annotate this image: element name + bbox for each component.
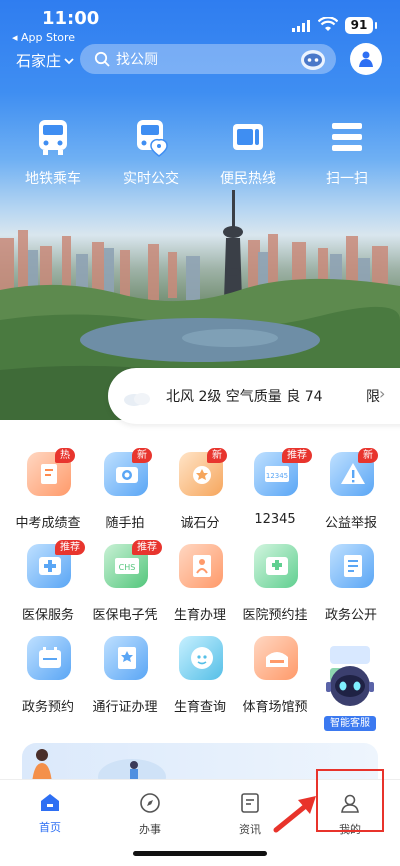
quick-nav-item[interactable]: 便民热线 bbox=[203, 118, 293, 188]
city-name: 石家庄 bbox=[16, 52, 62, 70]
gov-open-icon bbox=[344, 555, 362, 577]
quick-nav-label: 扫一扫 bbox=[326, 171, 368, 187]
hospital-appointment-icon bbox=[266, 557, 288, 575]
quick-nav: 地铁乘车 实时公交 便民热线 扫一扫 bbox=[0, 118, 400, 188]
smart-assistant-button[interactable]: 智能客服 bbox=[324, 640, 376, 732]
medical-insurance-icon bbox=[39, 557, 61, 575]
search-placeholder: 找公厕 bbox=[116, 52, 158, 68]
status-time: 11:00 bbox=[42, 8, 100, 29]
tab-home[interactable]: 首页 bbox=[0, 792, 100, 835]
quick-nav-label: 便民热线 bbox=[220, 171, 276, 187]
service-tile bbox=[27, 636, 71, 680]
service-item[interactable]: 新公益举报 bbox=[306, 448, 396, 532]
service-label: 体育场馆预 bbox=[242, 700, 308, 715]
hotline-12345-icon: 12345 bbox=[265, 466, 289, 482]
back-to-app-store-link[interactable]: ◂ App Store bbox=[12, 31, 75, 44]
user-hand-icon bbox=[359, 51, 373, 67]
smart-assistant-label: 智能客服 bbox=[324, 716, 376, 731]
quick-nav-label: 实时公交 bbox=[123, 171, 179, 187]
signal-icon bbox=[292, 20, 310, 32]
service-badge: 新 bbox=[207, 448, 227, 463]
voice-assistant-icon[interactable] bbox=[300, 47, 326, 71]
wifi-icon bbox=[318, 17, 338, 31]
tab-services[interactable]: 办事 bbox=[100, 792, 200, 837]
service-tile bbox=[330, 544, 374, 588]
service-badge: 新 bbox=[132, 448, 152, 463]
profile-avatar-button[interactable] bbox=[350, 43, 382, 75]
cloud-icon bbox=[124, 393, 150, 406]
birth-handle-icon bbox=[193, 555, 211, 577]
robot-icon bbox=[326, 646, 374, 706]
svg-text:12345: 12345 bbox=[266, 472, 288, 480]
city-selector[interactable]: 石家庄 bbox=[16, 50, 74, 71]
red-arrow-icon bbox=[273, 796, 316, 833]
compass-icon bbox=[140, 793, 160, 813]
tab-label: 办事 bbox=[139, 823, 161, 836]
medal-icon bbox=[193, 466, 211, 484]
quick-nav-item[interactable]: 实时公交 bbox=[106, 118, 196, 188]
svg-text:CHS: CHS bbox=[119, 563, 136, 572]
bus-icon bbox=[39, 120, 67, 155]
service-tile bbox=[179, 544, 223, 588]
chevron-right-icon: › bbox=[379, 384, 386, 403]
service-item[interactable]: 体育场馆预 bbox=[230, 636, 320, 716]
quick-nav-item[interactable]: 地铁乘车 bbox=[8, 118, 98, 188]
hotline-icon bbox=[233, 124, 263, 150]
quick-nav-label: 地铁乘车 bbox=[25, 171, 81, 187]
scan-icon bbox=[332, 123, 362, 151]
service-badge: 热 bbox=[55, 448, 75, 463]
warning-icon bbox=[341, 463, 365, 484]
quick-nav-item[interactable]: 扫一扫 bbox=[302, 118, 392, 188]
tab-label: 首页 bbox=[39, 821, 61, 834]
service-item[interactable]: 政务公开 bbox=[306, 544, 396, 624]
home-icon bbox=[41, 794, 59, 811]
service-badge: 新 bbox=[358, 448, 378, 463]
weather-bar[interactable]: 北风 2级 空气质量 良 74 限 › bbox=[108, 368, 400, 424]
camera-icon bbox=[116, 467, 138, 483]
service-tile bbox=[254, 636, 298, 680]
search-input[interactable]: 找公厕 bbox=[80, 44, 336, 74]
chs-card-icon: CHS bbox=[115, 558, 139, 574]
search-icon bbox=[94, 51, 110, 67]
stadium-icon bbox=[266, 652, 288, 667]
service-label: 政务公开 bbox=[324, 608, 377, 623]
home-indicator bbox=[133, 851, 267, 856]
pass-permit-icon bbox=[118, 647, 136, 669]
birth-query-icon bbox=[191, 647, 213, 669]
news-icon bbox=[241, 793, 259, 813]
status-bar: 11:00 ◂ App Store 91 bbox=[0, 0, 400, 44]
live-bus-icon bbox=[137, 120, 168, 157]
highlight-box bbox=[316, 769, 384, 832]
exam-score-icon bbox=[41, 464, 57, 484]
gov-appointment-icon bbox=[39, 647, 61, 668]
service-label: 公益举报 bbox=[324, 516, 377, 531]
chevron-down-icon bbox=[64, 57, 74, 64]
service-tile bbox=[254, 544, 298, 588]
battery-indicator: 91 bbox=[345, 17, 377, 34]
service-tile bbox=[179, 636, 223, 680]
service-tile bbox=[104, 636, 148, 680]
weather-text-tail: 限 bbox=[366, 389, 380, 405]
weather-text: 北风 2级 空气质量 良 74 bbox=[166, 389, 323, 405]
